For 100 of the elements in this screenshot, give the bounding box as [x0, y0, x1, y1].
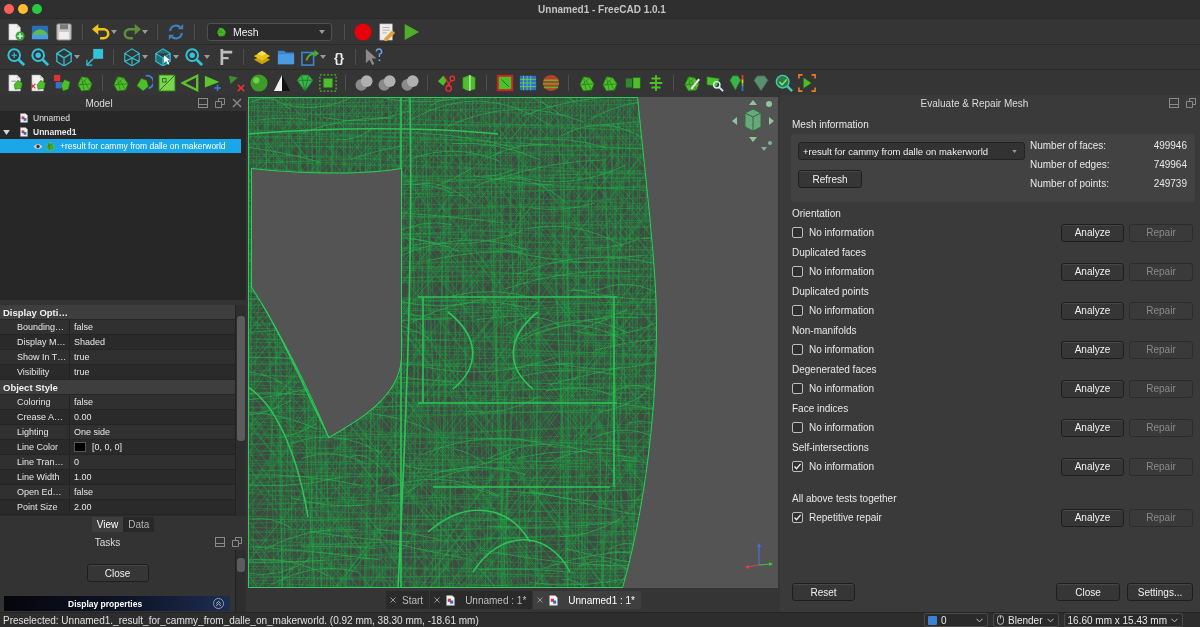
- mesh-blob-icon[interactable]: [111, 73, 130, 92]
- circles-icon[interactable]: [354, 73, 373, 92]
- scissors-icon[interactable]: [436, 73, 455, 92]
- play-icon[interactable]: [402, 22, 420, 41]
- close-icon[interactable]: [232, 98, 242, 108]
- property-group[interactable]: Object Style: [0, 380, 235, 395]
- close-icon[interactable]: [434, 597, 441, 603]
- redo-icon[interactable]: [123, 22, 141, 41]
- circles-icon[interactable]: [400, 73, 419, 92]
- window-close-icon[interactable]: [4, 4, 14, 14]
- panel-icon[interactable]: [198, 98, 208, 108]
- caret-icon[interactable]: [111, 29, 117, 34]
- analyze-button[interactable]: Analyze: [1061, 418, 1124, 437]
- chevron-circle-icon[interactable]: [213, 598, 224, 609]
- checkbox[interactable]: [792, 512, 803, 523]
- panel-icon[interactable]: [1169, 98, 1179, 108]
- cone-icon[interactable]: [272, 73, 291, 92]
- status-dropdown[interactable]: 16.60 mm x 15.43 mm: [1063, 613, 1183, 627]
- mouse-icon[interactable]: [997, 615, 1005, 625]
- triangle-plus-icon[interactable]: [203, 73, 222, 92]
- property-tab[interactable]: Data: [123, 516, 155, 532]
- eye-icon[interactable]: [33, 142, 43, 150]
- overlap-squares-icon[interactable]: [232, 537, 242, 547]
- grid-icon[interactable]: [518, 73, 537, 92]
- analyze-button[interactable]: Analyze: [1061, 301, 1124, 320]
- overlap-squares-icon[interactable]: [1186, 98, 1196, 108]
- undo-icon[interactable]: [92, 22, 110, 41]
- folder-icon[interactable]: [277, 48, 295, 66]
- checkbox[interactable]: [792, 461, 803, 472]
- mesh-blob-icon[interactable]: [75, 73, 94, 92]
- refresh-icon[interactable]: [167, 22, 185, 41]
- mesh-page-icon[interactable]: [29, 73, 48, 92]
- mesh-blob-icon[interactable]: [577, 73, 596, 92]
- cube-icon[interactable]: [123, 48, 141, 66]
- checkbox[interactable]: [792, 422, 803, 433]
- blocks-icon[interactable]: [253, 48, 271, 66]
- scrollbar-thumb[interactable]: [237, 558, 245, 572]
- document-tab[interactable]: Unnamed : 1*: [430, 591, 533, 609]
- close-button[interactable]: Close: [1056, 583, 1120, 601]
- magnifier-icon[interactable]: [185, 48, 203, 66]
- refresh-button[interactable]: Refresh: [798, 170, 862, 188]
- mesh-icon[interactable]: [216, 26, 227, 37]
- mesh-dropdown[interactable]: +result for cammy from dalle on makerworld: [798, 142, 1025, 160]
- gem-icon[interactable]: [295, 73, 314, 92]
- analyze-button[interactable]: Analyze: [1061, 262, 1124, 281]
- tree-item[interactable]: Unnamed: [20, 111, 70, 125]
- square-arrow-icon[interactable]: [86, 48, 104, 66]
- analyze-button[interactable]: Analyze: [1061, 340, 1124, 359]
- workbench-dropdown[interactable]: Mesh: [207, 22, 332, 41]
- analyze-button[interactable]: Analyze: [1061, 379, 1124, 398]
- mesh-arc-icon[interactable]: [134, 73, 153, 92]
- checkbox[interactable]: [792, 344, 803, 355]
- braces-tool[interactable]: {}: [334, 49, 345, 65]
- settings-button[interactable]: Settings...: [1127, 583, 1193, 601]
- caret-down-icon[interactable]: [3, 129, 10, 135]
- analyze-button[interactable]: Analyze: [1061, 223, 1124, 242]
- close-button[interactable]: Close: [86, 564, 149, 582]
- cube-icon[interactable]: [55, 48, 73, 66]
- mesh-block-icon[interactable]: [459, 73, 478, 92]
- close-icon[interactable]: [537, 597, 544, 603]
- document-icon[interactable]: [20, 113, 28, 123]
- status-dropdown[interactable]: 0: [924, 613, 989, 627]
- checkbox[interactable]: [792, 266, 803, 277]
- scrollbar[interactable]: [235, 305, 246, 516]
- property-tab[interactable]: View: [91, 516, 124, 532]
- magnifier-icon[interactable]: [774, 73, 793, 92]
- caret-icon[interactable]: [204, 55, 210, 59]
- caret-icon[interactable]: [173, 55, 179, 59]
- chevron-down-icon[interactable]: [976, 617, 984, 623]
- document-tab[interactable]: Unnamed1 : 1*: [533, 591, 641, 609]
- caret-icon[interactable]: [319, 29, 325, 34]
- status-dropdown[interactable]: Blender: [993, 613, 1059, 627]
- panel-icon[interactable]: [215, 537, 225, 547]
- new-file-icon[interactable]: [7, 22, 25, 41]
- triangle-cross-icon[interactable]: [226, 73, 245, 92]
- analyze-button[interactable]: Analyze: [1061, 457, 1124, 476]
- window-zoom-icon[interactable]: [32, 4, 42, 14]
- cube-cursor-icon[interactable]: [154, 48, 172, 66]
- mesh-pencil-icon[interactable]: [682, 73, 701, 92]
- scrollbar[interactable]: [235, 550, 246, 612]
- checkbox[interactable]: [792, 305, 803, 316]
- document-icon[interactable]: [20, 127, 28, 137]
- caret-icon[interactable]: [142, 29, 148, 34]
- square-icon[interactable]: [928, 615, 938, 625]
- caret-icon[interactable]: [320, 55, 326, 59]
- mesh-page-icon[interactable]: [6, 73, 25, 92]
- cubes-icon[interactable]: [52, 73, 71, 92]
- reset-button[interactable]: Reset: [792, 583, 855, 601]
- bracket-frame-icon[interactable]: [797, 73, 816, 92]
- magnifier-icon[interactable]: [31, 48, 49, 66]
- circles-icon[interactable]: [377, 73, 396, 92]
- checkbox[interactable]: [792, 227, 803, 238]
- cursor-question-icon[interactable]: [365, 48, 384, 66]
- chevron-down-icon[interactable]: [1171, 617, 1178, 623]
- sphere-icon[interactable]: [249, 73, 268, 92]
- close-icon[interactable]: [390, 597, 396, 603]
- flag-magnifier-icon[interactable]: [705, 73, 724, 92]
- scrollbar-thumb[interactable]: [237, 316, 245, 441]
- dashed-square-icon[interactable]: [318, 73, 337, 92]
- page-pencil-icon[interactable]: [378, 22, 396, 41]
